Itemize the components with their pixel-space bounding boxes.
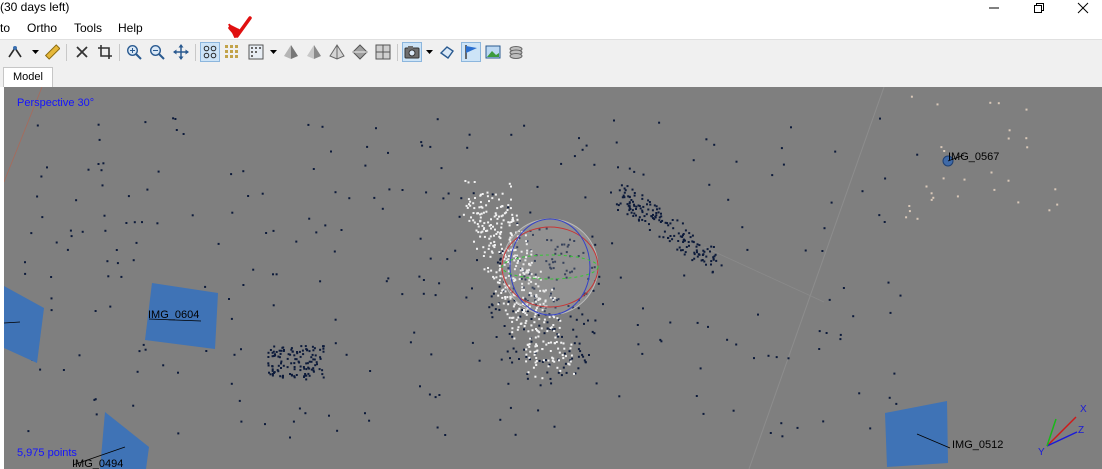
- toolbar: [0, 39, 1102, 66]
- zoom-out-icon: [149, 44, 165, 60]
- axes-gizmo: [1046, 416, 1078, 447]
- toolbar-separator: [119, 44, 120, 61]
- projection-label: Perspective 30°: [17, 97, 95, 109]
- sparse-points-dark: [24, 117, 919, 439]
- ruler-icon: [44, 44, 60, 60]
- model-solid-icon: [307, 45, 321, 59]
- show-shapes-icon: [439, 46, 454, 59]
- camera-dropdown[interactable]: [425, 42, 433, 62]
- camera-label-img-0604: IMG_0604: [148, 309, 200, 321]
- menu-help[interactable]: Help: [118, 21, 143, 35]
- camera-label-img-0494: IMG_0494: [72, 458, 124, 469]
- model-solid-button[interactable]: [304, 42, 324, 62]
- region-boundary-line: [703, 246, 825, 303]
- chevron-down-icon: [425, 50, 433, 54]
- camera-button[interactable]: [402, 42, 422, 62]
- toolbar-separator: [66, 44, 67, 61]
- layers-button[interactable]: [506, 42, 526, 62]
- layers-icon: [509, 46, 523, 59]
- trackball-gizmo: [501, 218, 599, 316]
- dense-cloud-icon: [225, 45, 238, 58]
- camera-icon: [404, 46, 420, 59]
- axis-z-label: Z: [1078, 425, 1085, 436]
- point-cloud-button[interactable]: [200, 42, 220, 62]
- crop-button[interactable]: [95, 42, 115, 62]
- navigation-icon: [8, 46, 22, 58]
- tab-model[interactable]: Model: [3, 67, 53, 87]
- toolbar-separator: [195, 44, 196, 61]
- grid-dropdown[interactable]: [269, 42, 277, 62]
- viewport-scene: [4, 87, 1078, 469]
- model-wireframe-button[interactable]: [327, 42, 347, 62]
- camera-label-img-0567: IMG_0567: [948, 151, 1000, 163]
- menu-photo[interactable]: to: [0, 21, 10, 35]
- close-button[interactable]: [1060, 0, 1102, 15]
- point-cloud-icon: [203, 45, 217, 59]
- dense-cloud-button[interactable]: [222, 42, 242, 62]
- delete-button[interactable]: [72, 42, 92, 62]
- model-textured-button[interactable]: [350, 42, 370, 62]
- restore-button[interactable]: [1016, 0, 1062, 15]
- navigation-dropdown[interactable]: [31, 42, 39, 62]
- chevron-down-icon: [269, 50, 277, 54]
- zoom-out-button[interactable]: [147, 42, 167, 62]
- points-count-label: 5,975 points: [17, 447, 77, 459]
- chevron-down-icon: [31, 50, 39, 54]
- close-icon: [1077, 2, 1089, 13]
- flag-icon: [465, 45, 477, 59]
- minimize-icon: [989, 7, 999, 8]
- camera-plane-img-0512[interactable]: [885, 401, 948, 467]
- ruler-button[interactable]: [42, 42, 62, 62]
- axis-y-label: Y: [1038, 447, 1045, 458]
- zoom-in-icon: [126, 44, 142, 60]
- image-button[interactable]: [483, 42, 503, 62]
- model-viewport[interactable]: Perspective 30° 5,975 points IMG_0604 IM…: [4, 87, 1102, 469]
- delete-icon: [76, 46, 88, 58]
- navigation-button[interactable]: [5, 42, 25, 62]
- grid-button[interactable]: [246, 42, 266, 62]
- toolbar-separator: [397, 44, 398, 61]
- model-shaded-button[interactable]: [281, 42, 301, 62]
- tiled-model-button[interactable]: [373, 42, 393, 62]
- camera-plane[interactable]: [4, 286, 44, 363]
- move-button[interactable]: [171, 42, 191, 62]
- window-title: (30 days left): [0, 0, 70, 14]
- crop-icon: [98, 45, 112, 59]
- model-wireframe-icon: [329, 44, 345, 60]
- zoom-in-button[interactable]: [124, 42, 144, 62]
- minimize-button[interactable]: [971, 0, 1017, 15]
- tab-bar: Model: [0, 65, 1102, 87]
- grid-icon: [248, 44, 264, 60]
- restore-icon: [1034, 2, 1044, 13]
- menu-bar: to Ortho Tools Help: [0, 18, 1102, 38]
- red-arrow-annotation-icon: [228, 16, 252, 38]
- menu-ortho[interactable]: Ortho: [27, 21, 57, 35]
- show-shapes-button[interactable]: [437, 42, 457, 62]
- move-icon: [173, 44, 189, 60]
- region-boundary-line: [748, 87, 885, 469]
- camera-label-img-0512: IMG_0512: [952, 439, 1004, 451]
- menu-tools[interactable]: Tools: [74, 21, 102, 35]
- model-textured-icon: [352, 44, 368, 60]
- title-bar: (30 days left): [0, 0, 1102, 17]
- axis-x-label: X: [1080, 404, 1087, 415]
- image-icon: [485, 45, 501, 59]
- flag-button[interactable]: [461, 42, 481, 62]
- model-shaded-icon: [284, 45, 298, 59]
- tiled-model-icon: [375, 44, 391, 60]
